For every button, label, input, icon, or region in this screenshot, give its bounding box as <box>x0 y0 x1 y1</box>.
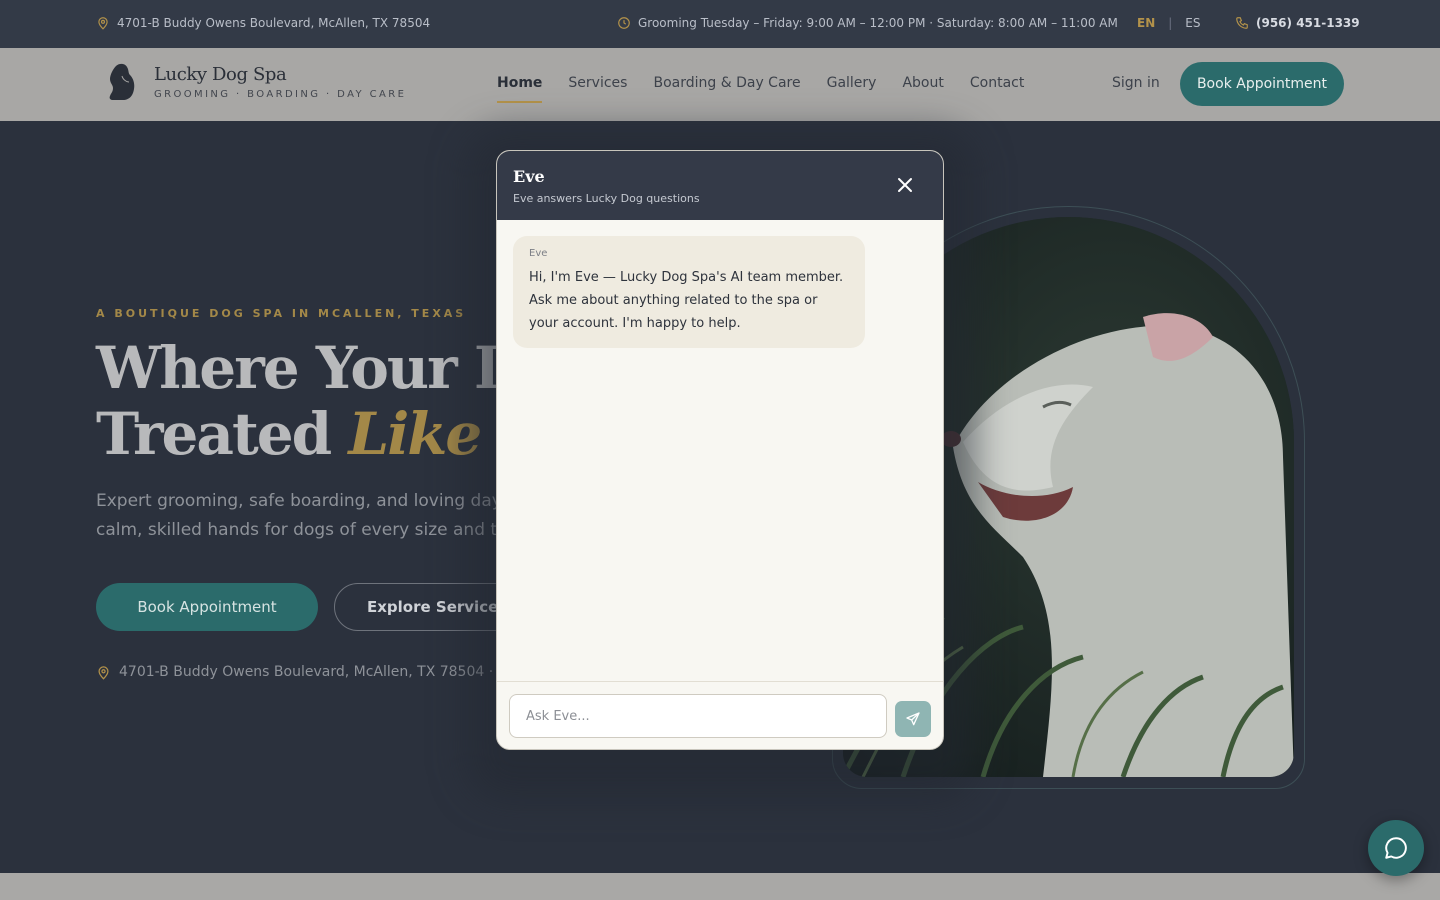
location-pin-icon <box>98 665 109 680</box>
clock-icon <box>618 17 630 29</box>
sign-in-link[interactable]: Sign in <box>1112 75 1160 91</box>
topbar-phone-text: (956) 451-1339 <box>1256 16 1360 30</box>
chat-header: Eve Eve answers Lucky Dog questions <box>497 151 943 220</box>
topbar-address: 4701-B Buddy Owens Boulevard, McAllen, T… <box>96 16 430 30</box>
chat-message-text: Hi, I'm Eve — Lucky Dog Spa's AI team me… <box>529 270 844 331</box>
hero-headline-line2: Treated <box>96 400 349 468</box>
chat-input[interactable] <box>509 694 887 738</box>
nav-book-appointment-button[interactable]: Book Appointment <box>1180 62 1344 106</box>
next-section-band <box>0 873 1440 900</box>
nav-links: Home Services Boarding & Day Care Galler… <box>497 75 1024 103</box>
nav-item-gallery[interactable]: Gallery <box>827 75 877 103</box>
close-icon[interactable] <box>895 175 915 195</box>
lang-separator: | <box>1168 16 1173 30</box>
chat-widget: Eve Eve answers Lucky Dog questions Eve … <box>496 150 944 750</box>
phone-icon <box>1236 17 1248 29</box>
hero-lead-line1: Expert grooming, safe boarding, and lovi… <box>96 491 517 511</box>
topbar-address-text: 4701-B Buddy Owens Boulevard, McAllen, T… <box>117 16 431 30</box>
nav-item-boarding-day-care[interactable]: Boarding & Day Care <box>653 75 800 103</box>
brand-logo-link[interactable]: Lucky Dog Spa GROOMING · BOARDING · DAY … <box>104 62 406 102</box>
nav-item-contact[interactable]: Contact <box>970 75 1024 103</box>
chat-send-button[interactable] <box>895 701 931 737</box>
chat-message-sender: Eve <box>529 248 548 259</box>
hero-lead-line2: calm, skilled hands for dogs of every si… <box>96 520 515 540</box>
location-pin-icon <box>98 17 108 30</box>
nav-item-about[interactable]: About <box>902 75 943 103</box>
hero-book-appointment-button[interactable]: Book Appointment <box>96 583 318 631</box>
topbar-hours-text: Grooming Tuesday – Friday: 9:00 AM – 12:… <box>638 16 1118 30</box>
top-info-bar: 4701-B Buddy Owens Boulevard, McAllen, T… <box>0 0 1440 48</box>
topbar-phone[interactable]: (956) 451-1339 <box>1235 16 1360 30</box>
chat-title: Eve <box>513 167 545 186</box>
nav-item-home[interactable]: Home <box>497 75 543 103</box>
chat-input-area <box>497 681 943 749</box>
language-switcher: EN | ES <box>1137 16 1201 30</box>
lang-en-link[interactable]: EN <box>1137 16 1155 30</box>
chat-message-bubble: Eve Hi, I'm Eve — Lucky Dog Spa's AI tea… <box>513 236 865 348</box>
nav-item-services[interactable]: Services <box>568 75 627 103</box>
lang-es-link[interactable]: ES <box>1185 16 1200 30</box>
brand-name: Lucky Dog Spa <box>154 64 287 85</box>
hero-eyebrow: A BOUTIQUE DOG SPA IN MCALLEN, TEXAS <box>96 307 467 320</box>
brand-tagline: GROOMING · BOARDING · DAY CARE <box>154 89 407 100</box>
chat-launcher-button[interactable] <box>1368 820 1424 876</box>
hero-lead: Expert grooming, safe boarding, and lovi… <box>96 487 517 545</box>
dog-silhouette-icon <box>109 63 135 100</box>
chat-subtitle: Eve answers Lucky Dog questions <box>513 192 700 205</box>
send-icon <box>906 712 920 726</box>
topbar-hours: Grooming Tuesday – Friday: 9:00 AM – 12:… <box>617 16 1118 30</box>
chat-bubble-icon <box>1385 837 1407 859</box>
